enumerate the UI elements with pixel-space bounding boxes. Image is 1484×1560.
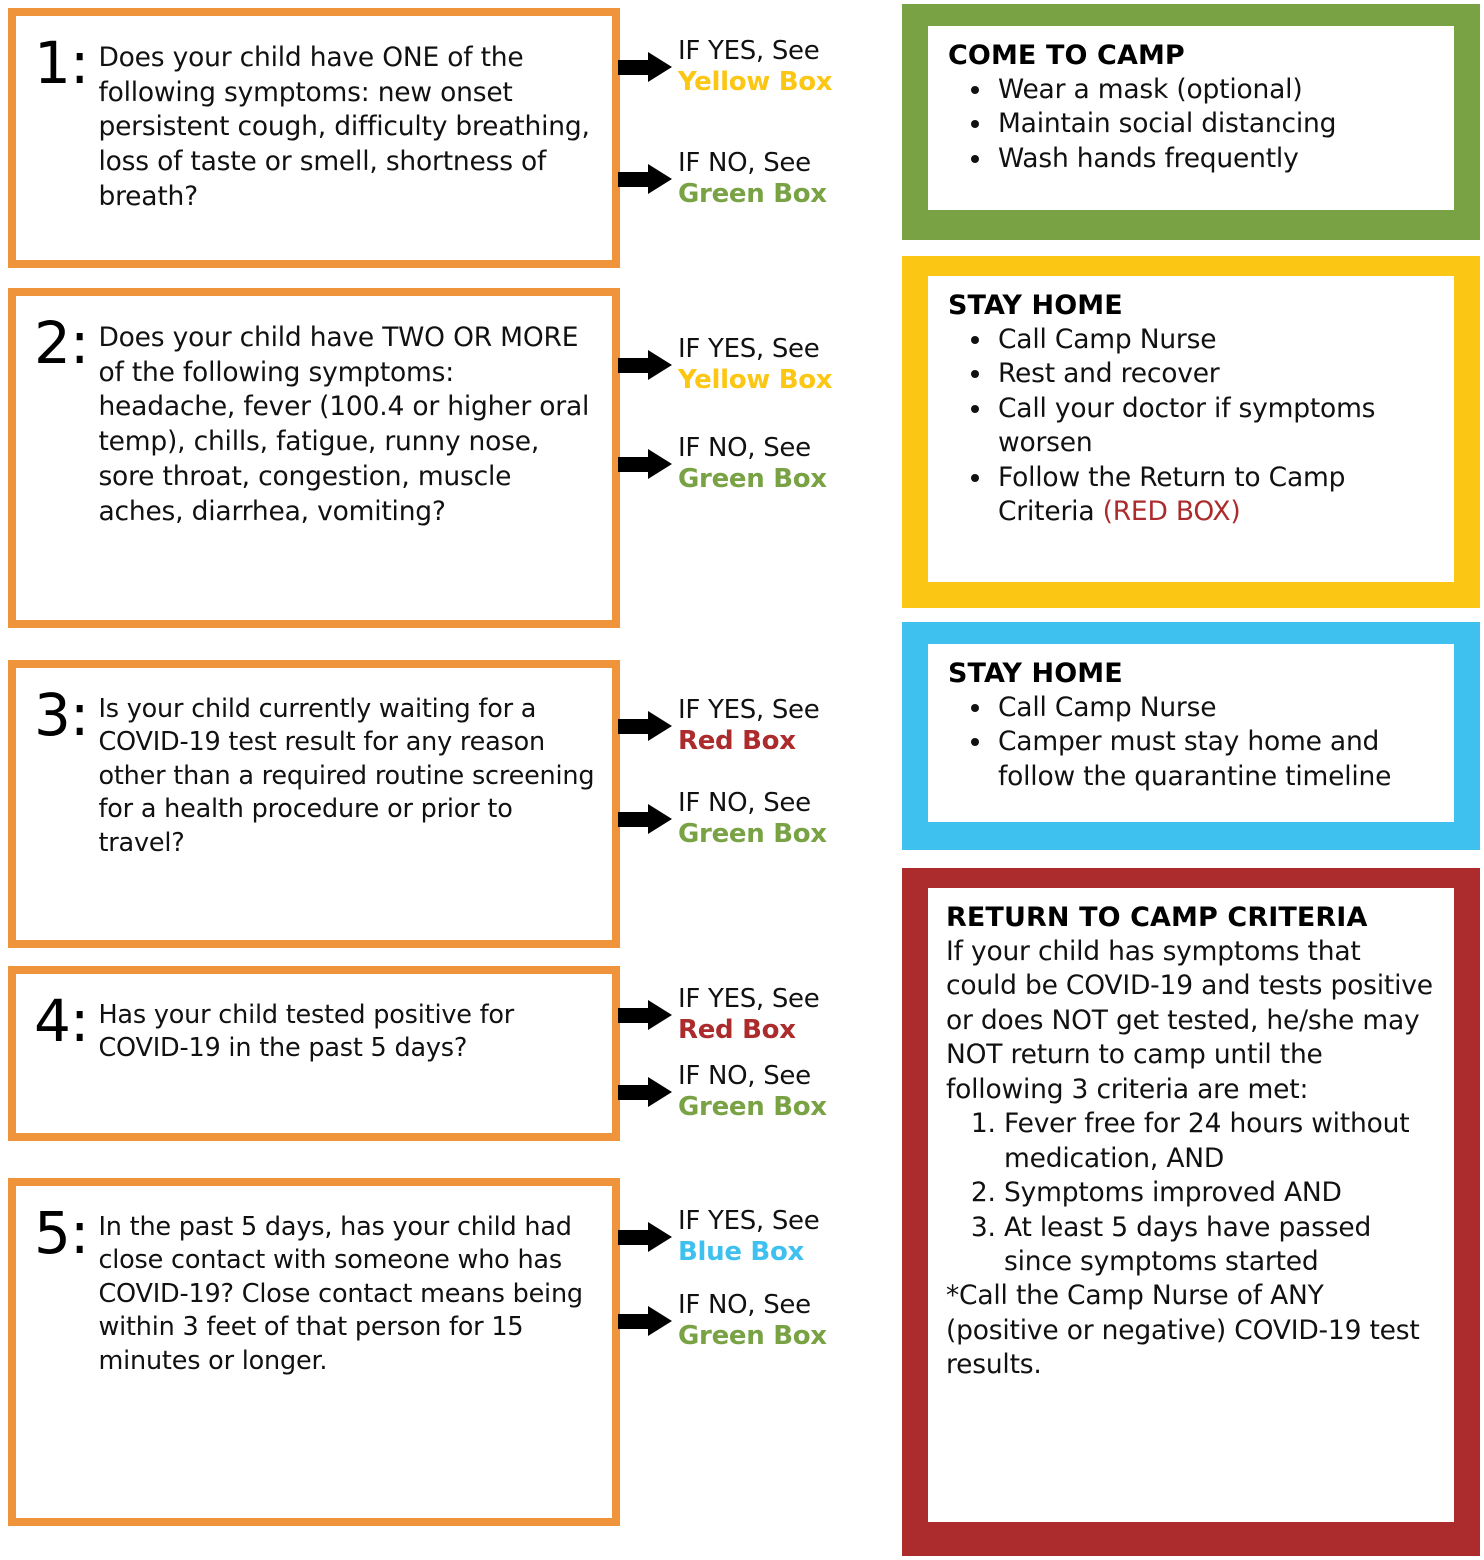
answer-group-4: IF YES, See Red Box IF NO, See Green Box [618, 966, 888, 1141]
answer-row-yes-3: IF YES, See Red Box [618, 695, 888, 756]
covid-screening-flowchart: 1: Does your child have ONE of the follo… [0, 0, 1484, 1560]
answer-condition-no-3: IF NO, See [678, 788, 811, 818]
return-criteria-intro: If your child has symptoms that could be… [946, 936, 1433, 1105]
answer-condition-yes-5: IF YES, See [678, 1206, 820, 1236]
list-item: Call Camp Nurse [994, 691, 1436, 725]
answer-row-no-1: IF NO, See Green Box [618, 148, 888, 209]
answer-target-yes-1[interactable]: Yellow Box [678, 67, 888, 98]
answer-row-no-3: IF NO, See Green Box [618, 788, 888, 849]
answer-target-no-5[interactable]: Green Box [678, 1321, 888, 1352]
list-item: At least 5 days have passed since sympto… [1004, 1211, 1438, 1280]
arrow-right-icon [618, 163, 672, 194]
question-number-5: 5: [34, 1199, 89, 1267]
arrow-right-icon [618, 349, 672, 380]
answer-condition-no-5: IF NO, See [678, 1290, 811, 1320]
outcome-bullets-green: Wear a mask (optional) Maintain social d… [948, 73, 1436, 176]
answer-row-yes-2: IF YES, See Yellow Box [618, 334, 888, 395]
list-item: Wash hands frequently [994, 142, 1436, 176]
question-number-3: 3: [34, 681, 89, 749]
list-item: Wear a mask (optional) [994, 73, 1436, 107]
question-number-4: 4: [34, 987, 89, 1055]
question-card-3: 3: Is your child currently waiting for a… [8, 660, 620, 948]
outcome-box-red: RETURN TO CAMP CRITERIA If your child ha… [902, 868, 1480, 1556]
outcome-title-blue: STAY HOME [948, 658, 1123, 689]
answer-condition-no-2: IF NO, See [678, 433, 811, 463]
answer-target-no-2[interactable]: Green Box [678, 464, 888, 495]
outcome-bullets-yellow: Call Camp Nurse Rest and recover Call yo… [948, 323, 1436, 530]
answer-group-3: IF YES, See Red Box IF NO, See Green Box [618, 660, 888, 948]
return-criteria-list: Fever free for 24 hours without medicati… [946, 1107, 1438, 1279]
return-criteria-footnote: *Call the Camp Nurse of ANY (positive or… [946, 1280, 1420, 1381]
question-card-4: 4: Has your child tested positive for CO… [8, 966, 620, 1141]
answer-row-yes-1: IF YES, See Yellow Box [618, 36, 888, 97]
list-item: Call your doctor if symptoms worsen [994, 392, 1436, 461]
answer-row-no-4: IF NO, See Green Box [618, 1061, 888, 1122]
answer-condition-no-4: IF NO, See [678, 1061, 811, 1091]
answer-target-yes-4[interactable]: Red Box [678, 1015, 888, 1046]
answer-target-yes-3[interactable]: Red Box [678, 726, 888, 757]
list-item: Camper must stay home and follow the qua… [994, 725, 1436, 794]
answer-row-yes-5: IF YES, See Blue Box [618, 1206, 888, 1267]
list-item-return-criteria: Follow the Return to Camp Criteria (RED … [994, 461, 1436, 530]
answer-target-no-1[interactable]: Green Box [678, 179, 888, 210]
question-text-1: Does your child have ONE of the followin… [98, 42, 590, 212]
arrow-right-icon [618, 1305, 672, 1336]
answer-group-2: IF YES, See Yellow Box IF NO, See Green … [618, 288, 888, 628]
answer-row-no-5: IF NO, See Green Box [618, 1290, 888, 1351]
arrow-right-icon [618, 710, 672, 741]
arrow-right-icon [618, 1221, 672, 1252]
outcome-box-blue: STAY HOME Call Camp Nurse Camper must st… [902, 622, 1480, 850]
answer-target-yes-2[interactable]: Yellow Box [678, 365, 888, 396]
outcome-box-yellow: STAY HOME Call Camp Nurse Rest and recov… [902, 256, 1480, 608]
outcome-box-green: COME TO CAMP Wear a mask (optional) Main… [902, 4, 1480, 240]
arrow-right-icon [618, 999, 672, 1030]
question-card-2: 2: Does your child have TWO OR MORE of t… [8, 288, 620, 628]
outcome-title-green: COME TO CAMP [948, 40, 1185, 71]
arrow-right-icon [618, 448, 672, 479]
answer-row-yes-4: IF YES, See Red Box [618, 984, 888, 1045]
arrow-right-icon [618, 803, 672, 834]
red-box-reference[interactable]: (RED BOX) [1103, 496, 1241, 527]
answer-row-no-2: IF NO, See Green Box [618, 433, 888, 494]
answer-condition-yes-4: IF YES, See [678, 984, 820, 1014]
arrow-right-icon [618, 1076, 672, 1107]
question-number-1: 1: [34, 29, 89, 97]
answer-group-5: IF YES, See Blue Box IF NO, See Green Bo… [618, 1178, 888, 1526]
answer-condition-yes-3: IF YES, See [678, 695, 820, 725]
question-text-4: Has your child tested positive for COVID… [98, 1000, 515, 1064]
answer-condition-yes-2: IF YES, See [678, 334, 820, 364]
answer-condition-no-1: IF NO, See [678, 148, 811, 178]
arrow-right-icon [618, 51, 672, 82]
outcome-title-yellow: STAY HOME [948, 290, 1123, 321]
question-text-3: Is your child currently waiting for a CO… [98, 694, 595, 858]
answer-group-1: IF YES, See Yellow Box IF NO, See Green … [618, 8, 888, 268]
answer-target-yes-5[interactable]: Blue Box [678, 1237, 888, 1268]
outcome-title-red: RETURN TO CAMP CRITERIA [946, 902, 1368, 933]
list-item: Fever free for 24 hours without medicati… [1004, 1107, 1438, 1176]
list-item: Maintain social distancing [994, 107, 1436, 141]
list-item: Call Camp Nurse [994, 323, 1436, 357]
answer-condition-yes-1: IF YES, See [678, 36, 820, 66]
question-card-1: 1: Does your child have ONE of the follo… [8, 8, 620, 268]
question-text-2: Does your child have TWO OR MORE of the … [98, 322, 590, 527]
list-item: Symptoms improved AND [1004, 1176, 1438, 1210]
list-item: Rest and recover [994, 357, 1436, 391]
question-number-2: 2: [34, 309, 89, 377]
answer-target-no-3[interactable]: Green Box [678, 819, 888, 850]
question-card-5: 5: In the past 5 days, has your child ha… [8, 1178, 620, 1526]
outcome-bullets-blue: Call Camp Nurse Camper must stay home an… [948, 691, 1436, 794]
question-text-5: In the past 5 days, has your child had c… [98, 1212, 583, 1376]
answer-target-no-4[interactable]: Green Box [678, 1092, 888, 1123]
